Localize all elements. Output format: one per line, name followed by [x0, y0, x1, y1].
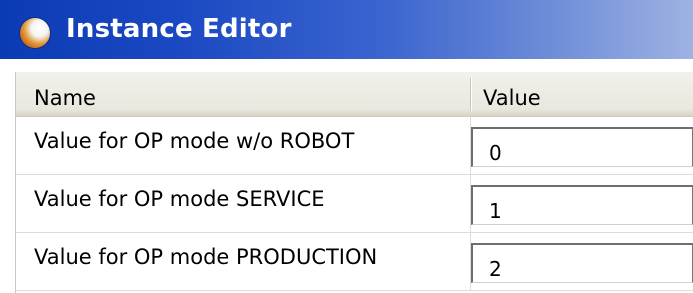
property-grid: Name Value Value for OP mode w/o ROBOT V… — [15, 72, 693, 293]
row-label: Value for OP mode w/o ROBOT — [34, 129, 355, 153]
window-title: Instance Editor — [66, 14, 292, 44]
table-row: Value for OP mode w/o ROBOT — [16, 117, 693, 175]
frame-left — [0, 59, 15, 293]
value-input-production[interactable] — [471, 243, 693, 283]
table-header: Name Value — [16, 72, 693, 117]
column-header-value[interactable]: Value — [483, 86, 541, 110]
value-input-service[interactable] — [471, 185, 693, 225]
column-header-name[interactable]: Name — [34, 86, 96, 110]
table-row: Value for OP mode PRODUCTION — [16, 233, 693, 291]
column-divider[interactable] — [470, 78, 471, 111]
title-bar[interactable]: Instance Editor — [0, 0, 693, 60]
value-input-wo-robot[interactable] — [471, 127, 693, 167]
table-row: Value for OP mode SERVICE — [16, 175, 693, 233]
row-label: Value for OP mode PRODUCTION — [34, 245, 378, 269]
app-orb-icon — [20, 18, 50, 48]
row-label: Value for OP mode SERVICE — [34, 187, 325, 211]
frame-top — [15, 59, 693, 72]
